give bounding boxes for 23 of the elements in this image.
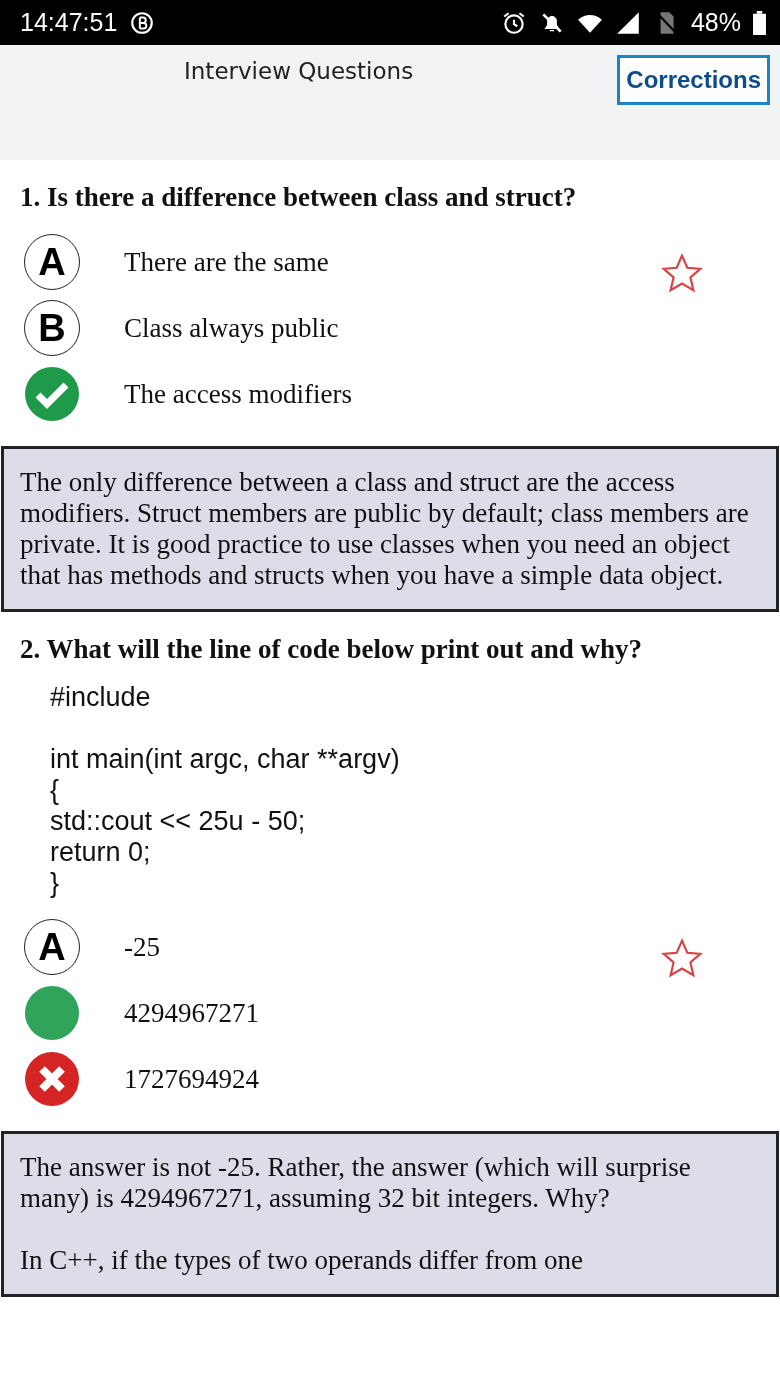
battery-icon xyxy=(753,10,766,35)
cross-icon[interactable] xyxy=(24,1051,80,1107)
chat-bubble-icon xyxy=(129,9,156,36)
check-icon[interactable] xyxy=(24,366,80,422)
battery-text: 48% xyxy=(690,8,741,37)
screen-title: Interview Questions xyxy=(184,58,415,84)
corrections-button[interactable]: Corrections xyxy=(617,55,770,105)
option-text: -25 xyxy=(124,931,160,963)
option-text: 1727694924 xyxy=(124,1063,259,1095)
option-text: 4294967271 xyxy=(124,997,259,1029)
option-text: The access modifiers xyxy=(124,378,352,410)
signal-icon xyxy=(614,9,641,36)
question-title: 1. Is there a difference between class and struct? xyxy=(19,181,578,214)
option-text: There are the same xyxy=(124,246,329,278)
explanation-text: The answer is not -25. Rather, the answer (which will surprise many) is 4294967271, assuming 32 bit integers. Why? xyxy=(20,1152,692,1214)
question-title: 2. What will the line of code below print out and why? xyxy=(19,633,644,666)
clock-text: 14:47:51 xyxy=(20,8,118,37)
answer-dot-icon[interactable] xyxy=(24,985,80,1041)
code-text: int main(int argc, char **argv) { std::cout << 25u - 50; return 0; } xyxy=(49,743,401,899)
explanation-text: In C++, if the types of two operands differ from one xyxy=(20,1245,585,1276)
code-text: #include xyxy=(49,681,152,713)
explanation-text: The only difference between a class and struct are the access modifiers. Struct members are public by default; class members are private. It is good practice to use classes when you need an object that has methods and structs when you have a simple data object. xyxy=(20,467,750,591)
option-text: Class always public xyxy=(124,312,339,344)
